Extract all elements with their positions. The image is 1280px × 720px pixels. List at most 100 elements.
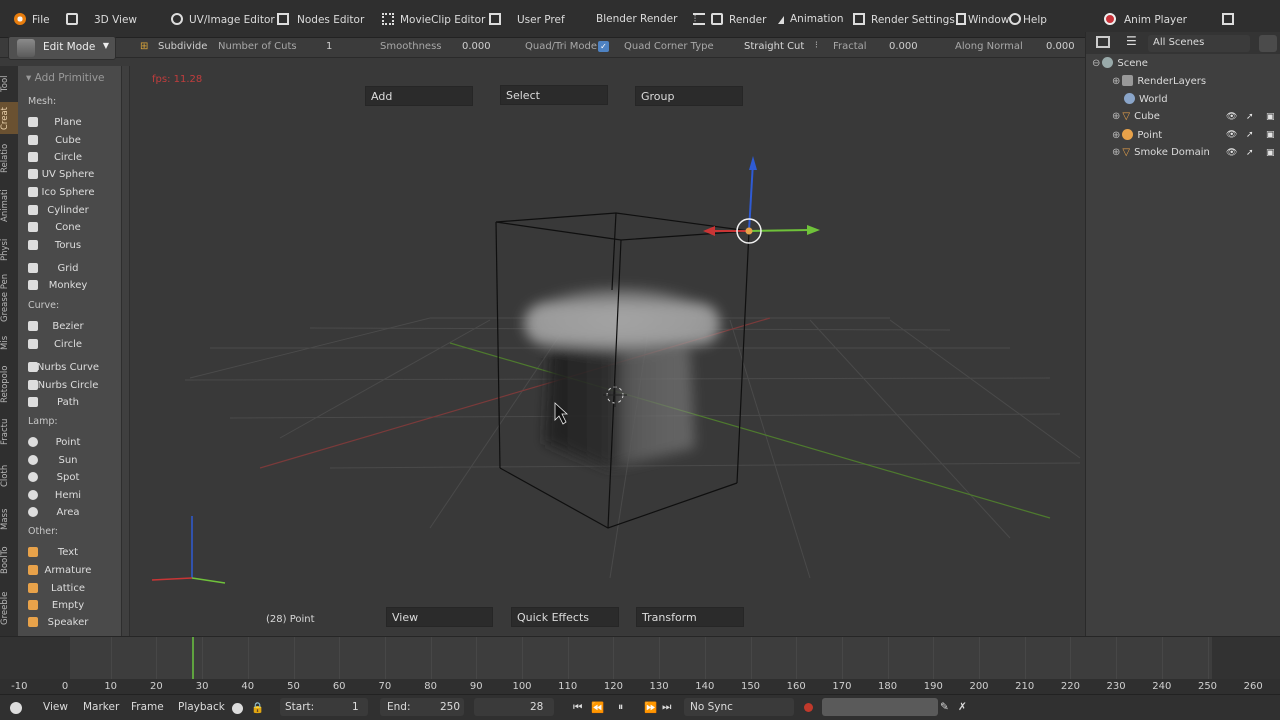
pause-icon[interactable]: ⏸ xyxy=(618,701,623,714)
tab-tool[interactable]: Tool xyxy=(0,70,18,98)
outliner-item-world[interactable]: World xyxy=(1124,93,1168,110)
add-mesh-cone-button[interactable]: Cone xyxy=(24,219,112,236)
add-other-lattice-button[interactable]: Lattice xyxy=(24,580,112,597)
jump-keyframe-forward-icon[interactable]: ⏩ xyxy=(644,701,657,714)
marker-menu[interactable]: Marker xyxy=(83,701,119,713)
editor-type-icon[interactable] xyxy=(1096,36,1110,48)
jump-start-icon[interactable]: ⏮ xyxy=(573,701,582,714)
jump-keyframe-back-icon[interactable]: ⏪ xyxy=(591,701,604,714)
quad-corner-dropdown[interactable]: Straight Cut ⁝ xyxy=(740,37,820,55)
tab-create[interactable]: Creat xyxy=(0,102,18,134)
tab-mass[interactable]: Mass xyxy=(0,502,18,536)
scenes-dropdown[interactable]: All Scenes xyxy=(1148,35,1250,52)
transform-gizmo[interactable] xyxy=(703,156,820,244)
render-engine-dropdown[interactable]: Blender Render ⁝ xyxy=(596,13,697,25)
editor-nodes[interactable]: Nodes Editor xyxy=(277,13,364,26)
restrict-view-icon[interactable]: 👁 xyxy=(1226,130,1237,140)
group-menu[interactable]: Group xyxy=(635,86,743,106)
outliner-item-point[interactable]: ⊕ Point xyxy=(1112,129,1162,146)
playhead[interactable] xyxy=(191,637,194,679)
insert-key-icon[interactable]: ✎ xyxy=(940,701,949,713)
add-mesh-torus-button[interactable]: Torus xyxy=(24,237,112,254)
tab-animation[interactable]: Animati xyxy=(0,184,18,228)
restrict-select-icon[interactable]: ➚ xyxy=(1246,112,1254,122)
tab-fracture[interactable]: Fractu xyxy=(0,412,18,452)
file-menu[interactable]: File xyxy=(14,13,50,26)
add-mesh-circle-button[interactable]: Circle xyxy=(24,149,112,166)
add-mesh-plane-button[interactable]: Plane xyxy=(24,114,112,131)
help-menu[interactable]: Help xyxy=(1009,13,1047,26)
tab-misc[interactable]: Mis xyxy=(0,332,18,354)
editor-user-pref[interactable]: User Pref xyxy=(489,13,565,26)
add-mesh-cylinder-button[interactable]: Cylinder xyxy=(24,202,112,219)
render-settings-button[interactable]: Render Settings xyxy=(853,13,955,26)
jump-end-icon[interactable]: ⏭ xyxy=(662,701,671,714)
editor-3d-view[interactable]: 3D View xyxy=(66,13,137,26)
outliner-item-cube[interactable]: ⊕ ▽ Cube xyxy=(1112,111,1160,128)
keying-set-field[interactable] xyxy=(822,698,938,716)
add-mesh-cube-button[interactable]: Cube xyxy=(24,132,112,149)
transform-menu[interactable]: Transform xyxy=(636,607,744,627)
timeline[interactable]: -10 0 10 20 30 40 50 60 70 80 90 100 110 120 130 140 150… xyxy=(0,636,1280,695)
outliner-item-smoke-domain[interactable]: ⊕ ▽ Smoke Domain xyxy=(1112,147,1210,164)
add-lamp-point-button[interactable]: Point xyxy=(24,434,112,451)
restrict-select-icon[interactable]: ➚ xyxy=(1246,130,1254,140)
restrict-view-icon[interactable]: 👁 xyxy=(1226,148,1237,158)
add-curve-bezier-button[interactable]: Bezier xyxy=(24,318,112,335)
editor-uv-image[interactable]: UV/Image Editor xyxy=(171,13,275,26)
add-lamp-sun-button[interactable]: Sun xyxy=(24,452,112,469)
tab-grease-pencil[interactable]: Grease Pen xyxy=(0,270,18,326)
search-icon[interactable] xyxy=(1259,35,1277,52)
add-mesh-ico-sphere-button[interactable]: Ico Sphere xyxy=(24,184,112,201)
add-mesh-grid-button[interactable]: Grid xyxy=(24,260,112,277)
outliner-item-scene[interactable]: ⊖ Scene xyxy=(1092,57,1148,74)
add-mesh-uv-sphere-button[interactable]: UV Sphere xyxy=(24,166,112,183)
mode-selector[interactable]: Edit Mode ▼ xyxy=(8,36,116,60)
tab-booltool[interactable]: BoolTo xyxy=(0,540,18,580)
render-button[interactable]: Render xyxy=(693,13,766,26)
restrict-render-icon[interactable]: ▣ xyxy=(1266,112,1275,122)
add-curve-circle-button[interactable]: Circle xyxy=(24,336,112,353)
restrict-render-icon[interactable]: ▣ xyxy=(1266,130,1275,140)
fractal-field[interactable]: 0.000 xyxy=(889,41,918,52)
add-other-empty-button[interactable]: Empty xyxy=(24,597,112,614)
add-other-speaker-button[interactable]: Speaker xyxy=(24,614,112,631)
add-lamp-hemi-button[interactable]: Hemi xyxy=(24,487,112,504)
restrict-render-icon[interactable]: ▣ xyxy=(1266,148,1275,158)
3d-viewport[interactable]: fps: 11.28 Add Select Group View Quick E… xyxy=(130,58,1085,635)
add-other-armature-button[interactable]: Armature xyxy=(24,562,112,579)
tab-retopology[interactable]: Retopolo xyxy=(0,360,18,408)
add-other-text-button[interactable]: Text xyxy=(24,544,112,561)
timeline-track[interactable] xyxy=(70,637,1212,679)
window-menu[interactable]: Window xyxy=(956,13,1009,26)
animation-button[interactable]: Animation xyxy=(778,13,844,25)
editor-movieclip[interactable]: MovieClip Editor xyxy=(382,13,485,26)
tab-physics[interactable]: Physi xyxy=(0,234,18,266)
add-curve-path-button[interactable]: Path xyxy=(24,394,112,411)
frame-ruler[interactable]: -10 0 10 20 30 40 50 60 70 80 90 100 110 120 130 140 150… xyxy=(0,679,1280,695)
add-curve-nurbs-curve-button[interactable]: Nurbs Curve xyxy=(24,359,112,376)
tab-greeble[interactable]: Greeble xyxy=(0,586,18,630)
tab-cloth[interactable]: Cloth xyxy=(0,458,18,494)
preview-range-icon[interactable] xyxy=(232,703,243,714)
add-menu[interactable]: Add xyxy=(365,86,473,106)
screen-layout-button[interactable] xyxy=(1222,13,1240,26)
view-menu[interactable]: View xyxy=(43,701,68,713)
delete-key-icon[interactable]: ✗ xyxy=(958,701,967,713)
restrict-select-icon[interactable]: ➚ xyxy=(1246,148,1254,158)
editor-type-icon[interactable] xyxy=(10,702,22,714)
smoothness-field[interactable]: 0.000 xyxy=(462,41,491,52)
along-normal-field[interactable]: 0.000 xyxy=(1046,41,1075,52)
tab-relations[interactable]: Relatio xyxy=(0,138,18,178)
frame-menu[interactable]: Frame xyxy=(131,701,164,713)
record-icon[interactable] xyxy=(804,703,813,712)
add-curve-nurbs-circle-button[interactable]: Nurbs Circle xyxy=(24,377,112,394)
add-mesh-monkey-button[interactable]: Monkey xyxy=(24,277,112,294)
add-lamp-area-button[interactable]: Area xyxy=(24,504,112,521)
number-of-cuts-field[interactable]: 1 xyxy=(326,41,332,52)
restrict-view-icon[interactable]: 👁 xyxy=(1226,112,1237,122)
anim-player-button[interactable]: Anim Player xyxy=(1104,13,1187,26)
add-lamp-spot-button[interactable]: Spot xyxy=(24,469,112,486)
select-menu[interactable]: Select xyxy=(500,85,608,105)
quad-tri-checkbox[interactable]: ✓ xyxy=(598,41,609,52)
